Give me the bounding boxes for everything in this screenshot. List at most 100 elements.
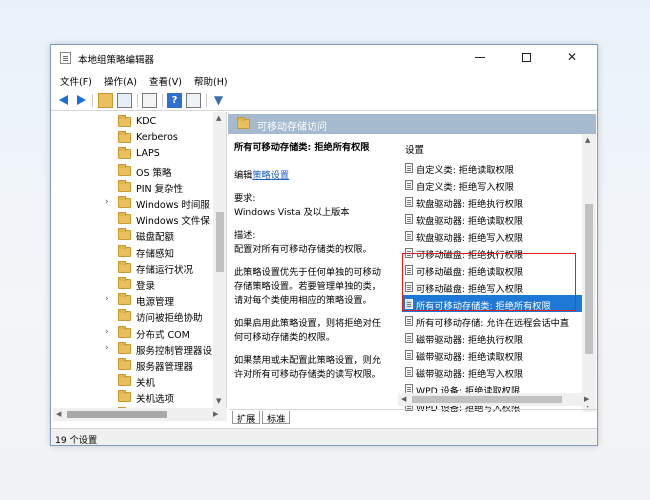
filter-icon[interactable]: ▼: [211, 93, 226, 108]
setting-row[interactable]: 软盘驱动器: 拒绝写入权限: [402, 227, 588, 244]
export-list-icon[interactable]: [142, 93, 157, 108]
details-header: 可移动存储访问: [228, 114, 596, 134]
expand-chevron-icon[interactable]: ›: [105, 327, 109, 337]
policy-title: 所有可移动存储类: 拒绝所有权限: [234, 142, 370, 153]
policy-setting-icon: [405, 316, 413, 326]
edit-prefix: 编辑: [234, 170, 253, 181]
setting-row[interactable]: 软盘驱动器: 拒绝执行权限: [402, 193, 588, 210]
settings-column-header[interactable]: 设置: [405, 142, 424, 156]
tree-item[interactable]: 存储运行状况: [53, 260, 213, 276]
setting-row[interactable]: 自定义类: 拒绝读取权限: [402, 159, 588, 176]
menu-file[interactable]: 文件(F): [60, 74, 92, 88]
expand-chevron-icon[interactable]: ›: [105, 197, 109, 207]
settings-vertical-scrollbar[interactable]: ▲ ▼: [582, 134, 596, 412]
tree-item-label: 访问被拒绝协助: [136, 313, 203, 325]
tree-item[interactable]: › 分布式 COM: [53, 325, 213, 341]
properties-icon[interactable]: [186, 93, 201, 108]
tab-standard[interactable]: 标准: [262, 411, 291, 425]
scroll-thumb[interactable]: [412, 396, 562, 403]
tree-item[interactable]: PIN 复杂性: [53, 179, 213, 195]
description-para-2: 如果启用此策略设置，则将拒绝对任何可移动存储类的权限。: [234, 318, 381, 343]
tree-item[interactable]: › 服务控制管理器设: [53, 341, 213, 357]
menu-view[interactable]: 查看(V): [149, 74, 182, 88]
details-title: 可移动存储访问: [257, 122, 327, 133]
scroll-right-icon[interactable]: ▶: [213, 410, 218, 418]
policy-setting-icon: [405, 180, 413, 190]
show-hide-tree-icon[interactable]: [117, 93, 132, 108]
edit-policy-link[interactable]: 策略设置: [252, 170, 289, 181]
scroll-down-icon[interactable]: ▼: [216, 397, 221, 405]
folder-icon: [118, 341, 131, 354]
menu-action[interactable]: 操作(A): [104, 74, 137, 88]
tree-item[interactable]: Kerberos: [53, 130, 213, 146]
requirements-value: Windows Vista 及以上版本: [234, 207, 350, 218]
expand-chevron-icon[interactable]: ›: [105, 343, 109, 353]
folder-icon: [118, 277, 131, 289]
description-label: 描述:: [234, 230, 256, 241]
tree-item-label: 关机选项: [136, 394, 175, 406]
folder-icon: [237, 117, 250, 129]
folder-icon: [118, 325, 131, 338]
scroll-thumb[interactable]: [67, 411, 167, 418]
tree-item[interactable]: 磁盘配额: [53, 227, 213, 243]
tree-item[interactable]: 服务器管理器: [53, 357, 213, 373]
help-icon[interactable]: ?: [167, 93, 182, 108]
tree-item[interactable]: 登录: [53, 276, 213, 292]
policy-description: 所有可移动存储类: 拒绝所有权限 编辑策略设置 要求: Windows Vista…: [228, 134, 392, 406]
tree-item-label: 存储感知: [136, 248, 175, 260]
tree-item[interactable]: › 电源管理: [53, 292, 213, 308]
setting-label: 磁带驱动器: 拒绝执行权限: [416, 335, 524, 346]
tab-extended[interactable]: 扩展: [232, 411, 261, 425]
setting-row[interactable]: 所有可移动存储: 允许在远程会话中直: [402, 312, 588, 329]
forward-arrow-icon[interactable]: [77, 95, 86, 105]
scroll-up-icon[interactable]: ▲: [585, 136, 590, 144]
expand-chevron-icon[interactable]: ›: [105, 294, 109, 304]
maximize-button[interactable]: [503, 45, 549, 70]
scroll-left-icon[interactable]: ◀: [56, 410, 61, 418]
tree-pane: KDC Kerberos LAPS OS 策略 PIN 复杂性 › Windows 时间服 W…: [53, 112, 227, 408]
scroll-thumb[interactable]: [585, 204, 593, 354]
tree-item-label: Windows 文件保: [136, 216, 210, 228]
menu-help[interactable]: 帮助(H): [194, 74, 228, 88]
settings-horizontal-scrollbar[interactable]: ◀ ▶: [398, 393, 596, 406]
scroll-left-icon[interactable]: ◀: [401, 395, 406, 403]
setting-row[interactable]: 磁带驱动器: 拒绝读取权限: [402, 346, 588, 363]
tree-item-label: Kerberos: [136, 132, 178, 144]
highlight-box: [402, 253, 576, 311]
setting-label: 软盘驱动器: 拒绝读取权限: [416, 216, 524, 227]
tree-item[interactable]: Windows 文件保: [53, 211, 213, 227]
tree-item[interactable]: 访问被拒绝协助: [53, 308, 213, 324]
tree-item[interactable]: KDC: [53, 114, 213, 130]
folder-icon: [118, 390, 131, 403]
tree-item[interactable]: LAPS: [53, 146, 213, 162]
setting-row[interactable]: 自定义类: 拒绝写入权限: [402, 176, 588, 193]
tree-item[interactable]: 关机选项: [53, 389, 213, 405]
setting-row[interactable]: 磁带驱动器: 拒绝执行权限: [402, 329, 588, 346]
up-folder-icon[interactable]: [98, 93, 113, 108]
title-bar[interactable]: 本地组策略编辑器 ✕: [51, 45, 597, 70]
tree-item-label: PIN 复杂性: [136, 183, 184, 195]
app-icon: [60, 52, 71, 64]
view-tabs: 扩展 标准: [229, 409, 597, 425]
setting-row[interactable]: 磁带驱动器: 拒绝写入权限: [402, 363, 588, 380]
tree-item[interactable]: 存储感知: [53, 244, 213, 260]
group-policy-editor-window: 本地组策略编辑器 ✕ 文件(F) 操作(A) 查看(V) 帮助(H) ? ▼ K…: [50, 44, 598, 446]
setting-row[interactable]: 软盘驱动器: 拒绝读取权限: [402, 210, 588, 227]
tree-item[interactable]: 关机: [53, 373, 213, 389]
policy-setting-icon: [405, 333, 413, 343]
tree-vertical-scrollbar[interactable]: ▲ ▼: [213, 112, 226, 408]
tree-item[interactable]: OS 策略: [53, 163, 213, 179]
close-button[interactable]: ✕: [549, 45, 595, 70]
setting-label: 软盘驱动器: 拒绝执行权限: [416, 199, 524, 210]
toolbar-separator: [206, 94, 207, 107]
back-arrow-icon[interactable]: [59, 95, 68, 105]
minimize-button[interactable]: [457, 45, 503, 70]
scroll-right-icon[interactable]: ▶: [584, 395, 589, 403]
tree-horizontal-scrollbar[interactable]: ◀ ▶: [53, 408, 227, 421]
tree-item-label: 分布式 COM: [136, 329, 190, 341]
scroll-up-icon[interactable]: ▲: [216, 114, 221, 122]
folder-icon: [118, 293, 131, 306]
tree-item-label: OS 策略: [136, 167, 172, 179]
tree-item[interactable]: › Windows 时间服: [53, 195, 213, 211]
scroll-thumb[interactable]: [216, 212, 224, 272]
